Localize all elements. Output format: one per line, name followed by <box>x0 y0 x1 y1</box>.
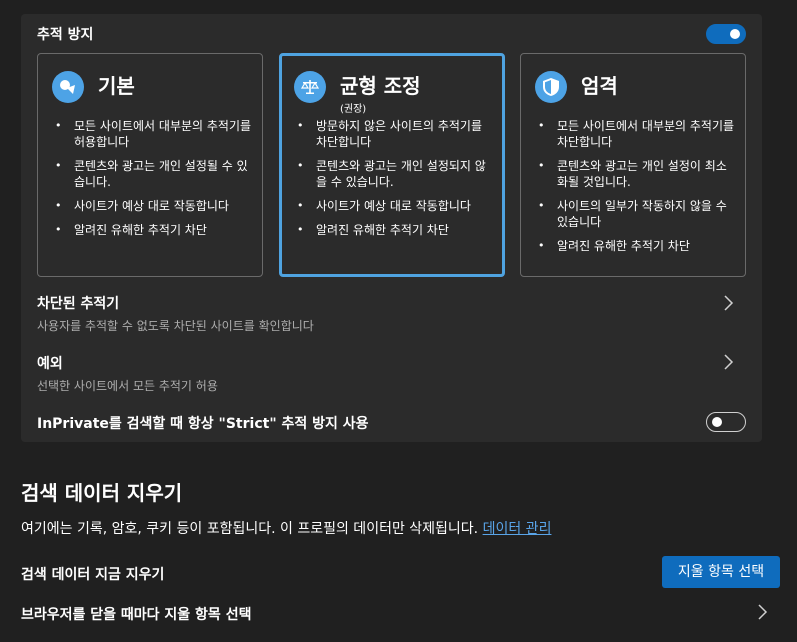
option-balanced[interactable]: 균형 조정 (권장) 방문하지 않은 사이트의 추적기를 차단합니다 콘텐츠와 … <box>279 53 505 277</box>
option-name: 기본 <box>98 74 135 98</box>
chevron-right-icon <box>724 295 734 311</box>
recommended-label: (권장) <box>340 104 367 115</box>
tracking-prevention-toggle[interactable] <box>706 24 746 44</box>
option-name: 균형 조정 <box>340 74 421 98</box>
clear-data-description: 여기에는 기록, 암호, 쿠키 등이 포함됩니다. 이 프로필의 데이터만 삭제… <box>21 521 479 537</box>
exceptions-subtitle: 선택한 사이트에서 모든 추적기 허용 <box>37 379 218 393</box>
basic-icon <box>52 71 84 103</box>
manage-data-link[interactable]: 데이터 관리 <box>483 521 552 537</box>
balance-scale-icon <box>294 71 326 103</box>
blocked-trackers-row[interactable]: 차단된 추적기 사용자를 추적할 수 없도록 차단된 사이트를 확인합니다 <box>21 286 762 338</box>
bullet-item: 알려진 유해한 추적기 차단 <box>294 222 494 238</box>
option-bullets: 모든 사이트에서 대부분의 추적기를 차단합니다 콘텐츠와 광고는 개인 설정이… <box>535 118 737 262</box>
clear-now-label: 검색 데이터 지금 지우기 <box>21 567 165 583</box>
bullet-item: 모든 사이트에서 대부분의 추적기를 허용합니다 <box>52 118 254 150</box>
option-basic[interactable]: 기본 모든 사이트에서 대부분의 추적기를 허용합니다 콘텐츠와 광고는 개인 … <box>37 53 263 277</box>
toggle-knob <box>730 29 740 39</box>
bullet-item: 콘텐츠와 광고는 개인 설정될 수 있습니다. <box>52 158 254 190</box>
bullet-item: 콘텐츠와 광고는 개인 설정이 최소화될 것입니다. <box>535 158 737 190</box>
bullet-item: 방문하지 않은 사이트의 추적기를 차단합니다 <box>294 118 494 150</box>
blocked-trackers-title: 차단된 추적기 <box>37 296 120 312</box>
choose-what-to-clear-button[interactable]: 지울 항목 선택 <box>662 556 780 588</box>
chevron-right-icon <box>758 604 768 620</box>
shield-icon <box>535 71 567 103</box>
blocked-trackers-subtitle: 사용자를 추적할 수 없도록 차단된 사이트를 확인합니다 <box>37 319 314 333</box>
clear-on-close-label: 브라우저를 닫을 때마다 지울 항목 선택 <box>21 607 252 623</box>
bullet-item: 사이트가 예상 대로 작동합니다 <box>52 198 254 214</box>
bullet-item: 알려진 유해한 추적기 차단 <box>52 222 254 238</box>
exceptions-row[interactable]: 예외 선택한 사이트에서 모든 추적기 허용 <box>21 346 762 398</box>
bullet-item: 알려진 유해한 추적기 차단 <box>535 238 737 254</box>
option-strict[interactable]: 엄격 모든 사이트에서 대부분의 추적기를 차단합니다 콘텐츠와 광고는 개인 … <box>520 53 746 277</box>
clear-now-row: 검색 데이터 지금 지우기 지울 항목 선택 <box>21 556 781 592</box>
toggle-knob <box>712 417 722 427</box>
option-bullets: 방문하지 않은 사이트의 추적기를 차단합니다 콘텐츠와 광고는 개인 설정되지… <box>294 118 494 246</box>
option-bullets: 모든 사이트에서 대부분의 추적기를 허용합니다 콘텐츠와 광고는 개인 설정될… <box>52 118 254 246</box>
option-name: 엄격 <box>581 74 618 98</box>
chevron-right-icon <box>724 354 734 370</box>
clear-on-close-row[interactable]: 브라우저를 닫을 때마다 지울 항목 선택 <box>21 598 781 628</box>
tracking-prevention-card: 추적 방지 기본 모든 사이트에서 대부분의 추적기를 허용합니다 콘텐츠와 광… <box>21 14 762 442</box>
bullet-item: 사이트의 일부가 작동하지 않을 수 있습니다 <box>535 198 737 230</box>
bullet-item: 모든 사이트에서 대부분의 추적기를 차단합니다 <box>535 118 737 150</box>
inprivate-strict-label: InPrivate를 검색할 때 항상 "Strict" 추적 방지 사용 <box>37 416 369 432</box>
bullet-item: 사이트가 예상 대로 작동합니다 <box>294 198 494 214</box>
tracking-prevention-title: 추적 방지 <box>37 27 94 43</box>
inprivate-strict-toggle[interactable] <box>706 412 746 432</box>
exceptions-title: 예외 <box>37 356 63 372</box>
bullet-item: 콘텐츠와 광고는 개인 설정되지 않을 수 있습니다. <box>294 158 494 190</box>
clear-data-heading: 검색 데이터 지우기 <box>21 481 183 505</box>
clear-data-description-line: 여기에는 기록, 암호, 쿠키 등이 포함됩니다. 이 프로필의 데이터만 삭제… <box>21 518 781 538</box>
